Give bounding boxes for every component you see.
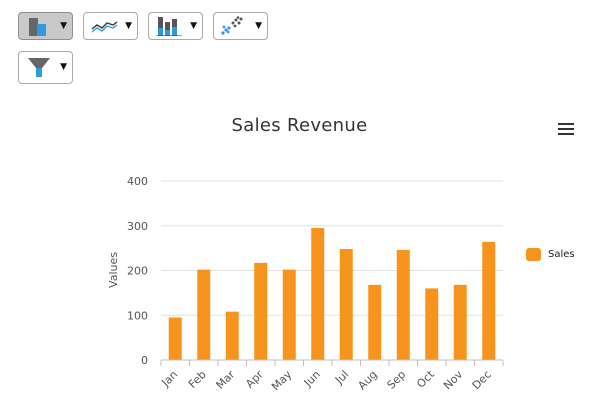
x-tick-label: May bbox=[269, 368, 295, 394]
line-chart-icon bbox=[91, 21, 118, 33]
funnel-chart-button[interactable]: ▼ bbox=[18, 51, 73, 84]
y-tick-label: 0 bbox=[141, 354, 148, 367]
scatter-chart-button[interactable]: ▼ bbox=[213, 12, 268, 40]
legend-swatch bbox=[526, 248, 541, 261]
bar-dec[interactable] bbox=[482, 241, 496, 360]
y-tick-label: 400 bbox=[127, 175, 148, 188]
y-tick-label: 200 bbox=[127, 265, 148, 278]
legend-item-sales[interactable]: Sales bbox=[526, 248, 575, 261]
stacked-column-icon bbox=[156, 17, 182, 36]
x-tick-label: Sep bbox=[385, 368, 409, 392]
x-tick-label: Oct bbox=[414, 367, 437, 390]
bar-apr[interactable] bbox=[254, 262, 268, 360]
x-tick-label: Jun bbox=[301, 368, 323, 390]
chevron-down-icon: ▼ bbox=[60, 21, 67, 31]
x-tick-label: Apr bbox=[243, 368, 266, 391]
menu-icon[interactable] bbox=[556, 120, 578, 138]
column-chart-button[interactable]: ▼ bbox=[18, 12, 73, 40]
x-axis bbox=[160, 359, 504, 366]
bar-may[interactable] bbox=[282, 269, 296, 360]
x-tick-label: Feb bbox=[186, 368, 209, 391]
scatter-chart-icon bbox=[221, 16, 243, 35]
gridlines bbox=[161, 180, 503, 316]
line-chart-button[interactable]: ▼ bbox=[83, 12, 138, 40]
bar-nov[interactable] bbox=[453, 284, 467, 360]
chevron-down-icon: ▼ bbox=[190, 21, 197, 31]
legend-label: Sales bbox=[548, 249, 575, 260]
y-axis-ticks: 0 100 200 300 400 bbox=[127, 175, 148, 367]
column-chart-icon bbox=[29, 18, 46, 36]
y-tick-label: 100 bbox=[127, 309, 148, 322]
chevron-down-icon: ▼ bbox=[125, 21, 132, 31]
x-tick-label: Jan bbox=[158, 368, 180, 390]
x-tick-label: Aug bbox=[355, 368, 379, 392]
x-tick-label: Dec bbox=[470, 368, 494, 392]
bar-jun[interactable] bbox=[311, 227, 325, 360]
bar-jul[interactable] bbox=[339, 249, 353, 360]
chevron-down-icon: ▼ bbox=[60, 62, 67, 72]
bar-mar[interactable] bbox=[225, 311, 239, 360]
x-tick-label: Nov bbox=[441, 368, 466, 393]
bar-sep[interactable] bbox=[396, 249, 410, 360]
bar-aug[interactable] bbox=[368, 284, 382, 360]
x-axis-ticks: Jan Feb Mar Apr May Jun Jul Aug Sep Oct Nov Dec bbox=[158, 367, 493, 393]
x-tick-label: Jul bbox=[332, 368, 351, 387]
funnel-chart-icon bbox=[28, 58, 50, 77]
chevron-down-icon: ▼ bbox=[255, 21, 262, 31]
bar-oct[interactable] bbox=[425, 288, 439, 360]
bars bbox=[168, 227, 496, 360]
x-tick-label: Mar bbox=[213, 368, 237, 392]
stacked-chart-button[interactable]: ▼ bbox=[148, 12, 203, 40]
bar-feb[interactable] bbox=[197, 269, 211, 360]
y-axis-label: Values bbox=[107, 252, 120, 288]
chart-title: Sales Revenue bbox=[231, 115, 368, 136]
chart-area: 0 100 200 300 400 Jan Feb Mar Apr May Jun Jul Aug Se… bbox=[107, 175, 504, 393]
y-tick-label: 300 bbox=[127, 220, 148, 233]
bar-jan[interactable] bbox=[168, 317, 182, 360]
